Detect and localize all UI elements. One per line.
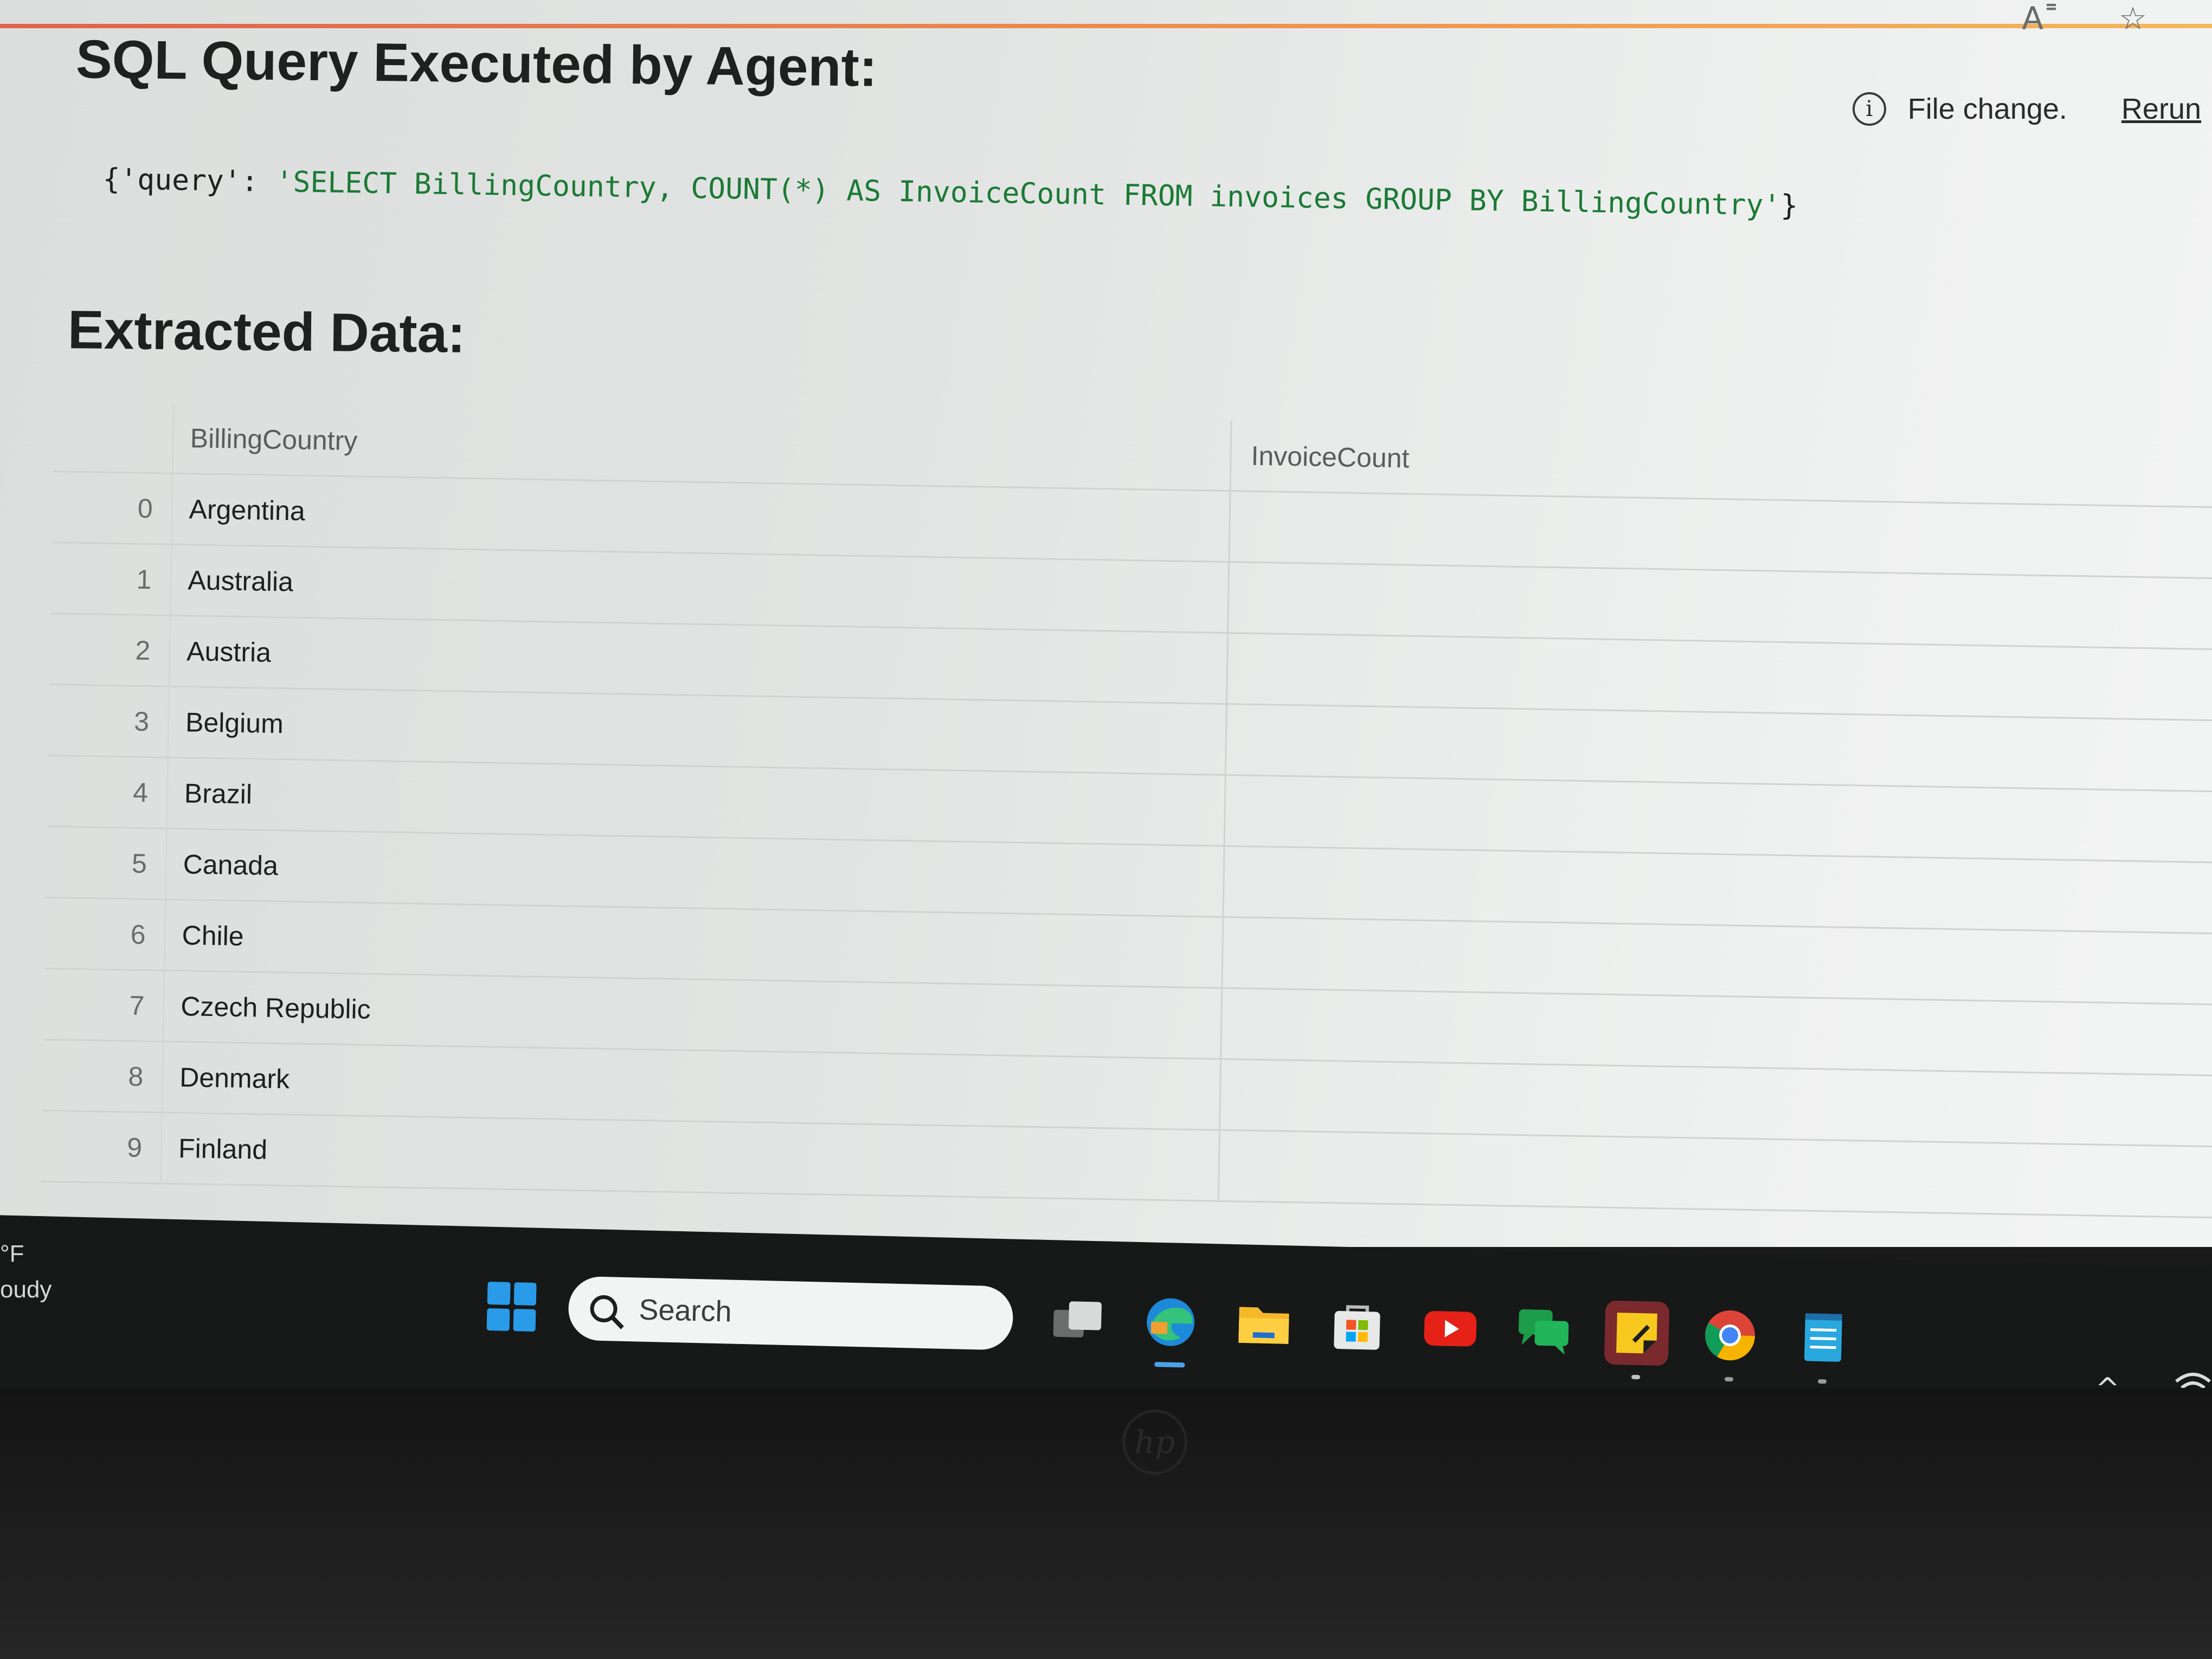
row-index: 7 — [43, 968, 165, 1041]
info-icon: i — [1852, 92, 1886, 126]
row-index: 6 — [44, 897, 166, 971]
notepad-icon[interactable] — [1791, 1305, 1856, 1384]
start-icon[interactable] — [486, 1281, 537, 1332]
data-table: BillingCountry InvoiceCount 0 Argentina … — [41, 401, 2212, 1218]
query-section-title: SQL Query Executed by Agent: — [75, 29, 878, 98]
task-view-icon[interactable] — [1045, 1287, 1110, 1353]
chat-icon[interactable] — [1511, 1298, 1577, 1364]
sql-query-code: {'query': 'SELECT BillingCountry, COUNT(… — [102, 163, 1798, 222]
data-section-title: Extracted Data: — [67, 299, 466, 364]
row-index: 1 — [50, 542, 172, 616]
search-icon — [589, 1295, 618, 1323]
file-change-message: File change. — [1907, 93, 2067, 125]
row-index: 8 — [42, 1039, 163, 1113]
hp-logo: hp — [1122, 1410, 1187, 1475]
weather-temp-unit: °F — [0, 1240, 24, 1267]
status-bar: i File change. Rerun — [1852, 92, 2201, 126]
row-index: 5 — [46, 826, 167, 900]
row-index: 3 — [48, 684, 169, 758]
search-placeholder: Search — [638, 1293, 732, 1328]
top-accent-bar — [0, 24, 2212, 28]
microsoft-store-icon[interactable] — [1324, 1294, 1390, 1359]
weather-widget[interactable]: °F oudy — [0, 1236, 52, 1308]
taskbar-search-box[interactable]: Search — [568, 1276, 1014, 1351]
index-column-header — [53, 401, 174, 474]
query-open: {'query': — [102, 163, 276, 199]
edge-icon[interactable] — [1138, 1289, 1204, 1368]
youtube-icon[interactable] — [1418, 1296, 1483, 1361]
sticky-notes-icon[interactable] — [1604, 1300, 1670, 1380]
row-index: 0 — [52, 471, 173, 545]
rerun-button[interactable]: Rerun — [2121, 92, 2201, 126]
weather-condition: oudy — [0, 1276, 52, 1303]
row-index: 2 — [49, 613, 170, 687]
app-screen: A˭ ☆ i File change. Rerun SQL Query Exec… — [0, 0, 2212, 1247]
chrome-icon[interactable] — [1697, 1303, 1763, 1382]
row-index: 9 — [41, 1110, 162, 1184]
query-close: } — [1780, 189, 1798, 223]
row-index: 4 — [47, 755, 168, 829]
favorite-star-icon[interactable]: ☆ — [2119, 0, 2147, 37]
query-string: 'SELECT BillingCountry, COUNT(*) AS Invo… — [275, 165, 1781, 222]
file-explorer-icon[interactable] — [1231, 1291, 1297, 1357]
laptop-bezel — [0, 1388, 2212, 1659]
data-table-container: BillingCountry InvoiceCount 0 Argentina … — [41, 401, 2212, 1218]
read-aloud-icon[interactable]: A˭ — [2022, 0, 2059, 37]
browser-toolbar: A˭ ☆ — [2022, 0, 2147, 37]
